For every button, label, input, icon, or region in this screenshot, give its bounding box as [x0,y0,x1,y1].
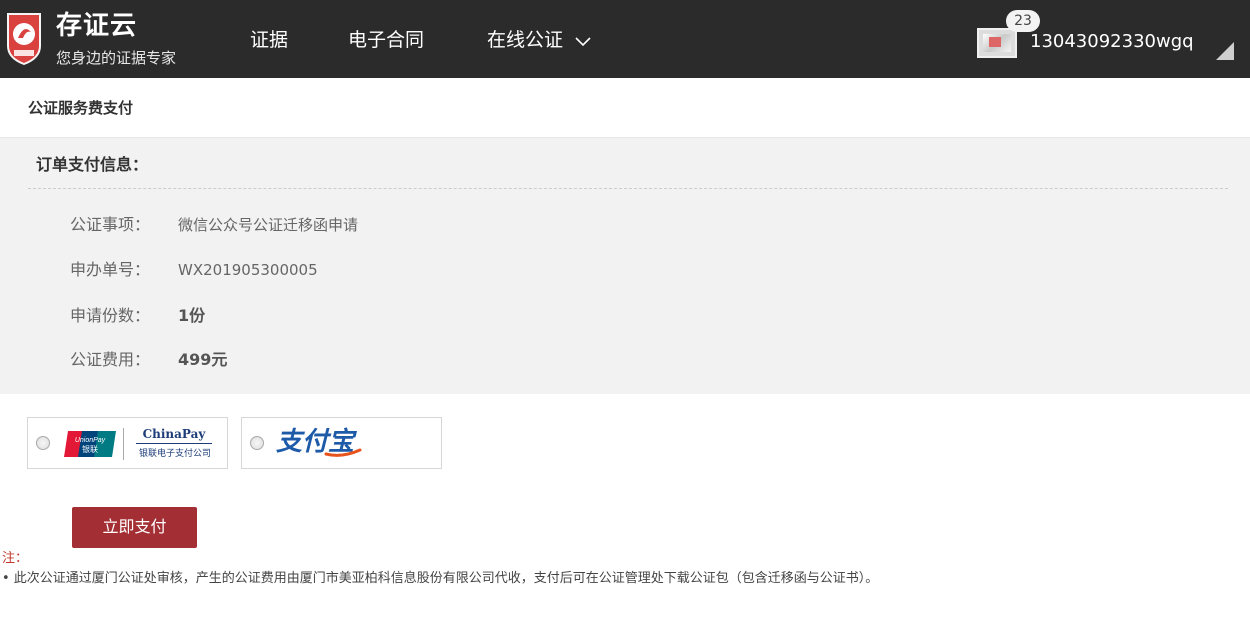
logo-separator [123,428,124,460]
page-title: 公证服务费支付 [28,99,134,117]
order-info-panel: 订单支付信息： 公证事项： 微信公众号公证迁移函申请 申办单号： WX20190… [0,138,1250,394]
brand-slogan: 您身边的证据专家 [56,49,177,67]
info-label: 申办单号： [70,260,151,279]
alipay-radio[interactable] [250,436,264,450]
info-value: 499元 [178,350,228,369]
note-label: 注： [2,551,29,566]
chinapay-company: 银联电子支付公司 [138,449,211,459]
avatar-stamp-mark [989,37,1001,47]
nav-item-label: 证据 [250,29,289,51]
chinapay-radio[interactable] [36,436,50,450]
svg-text:UnionPay: UnionPay [75,437,106,444]
brand-name: 存证云 [56,11,138,41]
page-title-bar: 公证服务费支付 [0,78,1250,138]
section-title: 订单支付信息： [36,155,149,174]
nav-item-evidence[interactable]: 证据 [250,28,288,52]
top-navigation-bar: 存证云 您身边的证据专家 证据 电子合同 在线公证 23 13043092330… [0,0,1250,78]
info-label: 申请份数： [70,306,151,325]
info-row-fee: 公证费用： 499元 [0,348,800,372]
info-row-order-number: 申办单号： WX201905300005 [0,258,800,282]
nav-item-online-notary[interactable]: 在线公证 [487,28,591,53]
pay-now-button[interactable]: 立即支付 [72,507,197,548]
chinapay-brand: ChinaPay [142,427,206,441]
user-avatar[interactable] [977,28,1017,58]
info-label: 公证费用： [70,350,151,369]
info-value: WX201905300005 [178,261,318,279]
notification-badge[interactable]: 23 [1006,10,1040,32]
nav-item-label: 在线公证 [487,29,564,51]
nav-item-e-contract[interactable]: 电子合同 [348,28,424,52]
payment-option-chinapay[interactable]: UnionPay 银联 ChinaPay 银联电子支付公司 [27,417,228,469]
info-value: 微信公众号公证迁移函申请 [178,216,359,234]
info-label: 公证事项： [70,215,151,234]
alipay-swoosh-icon [276,428,372,460]
info-row-copies: 申请份数： 1份 [0,304,800,328]
chevron-down-icon [575,29,591,53]
svg-text:银联: 银联 [82,444,98,454]
user-menu-triangle-icon[interactable] [1216,42,1234,60]
payment-option-alipay[interactable]: 支付宝 [241,417,442,469]
info-value: 1份 [178,306,206,325]
note-text: • 此次公证通过厦门公证处审核，产生的公证费用由厦门市美亚柏科信息股份有限公司代… [2,571,879,586]
logo-icon[interactable] [4,10,44,66]
unionpay-logo-icon: UnionPay 银联 [64,429,116,459]
dashed-divider [28,188,1228,189]
info-row-notary-item: 公证事项： 微信公众号公证迁移函申请 [0,213,800,237]
nav-item-label: 电子合同 [348,29,425,51]
username[interactable]: 13043092330wgq [1030,30,1194,54]
chinapay-underline [136,443,212,444]
